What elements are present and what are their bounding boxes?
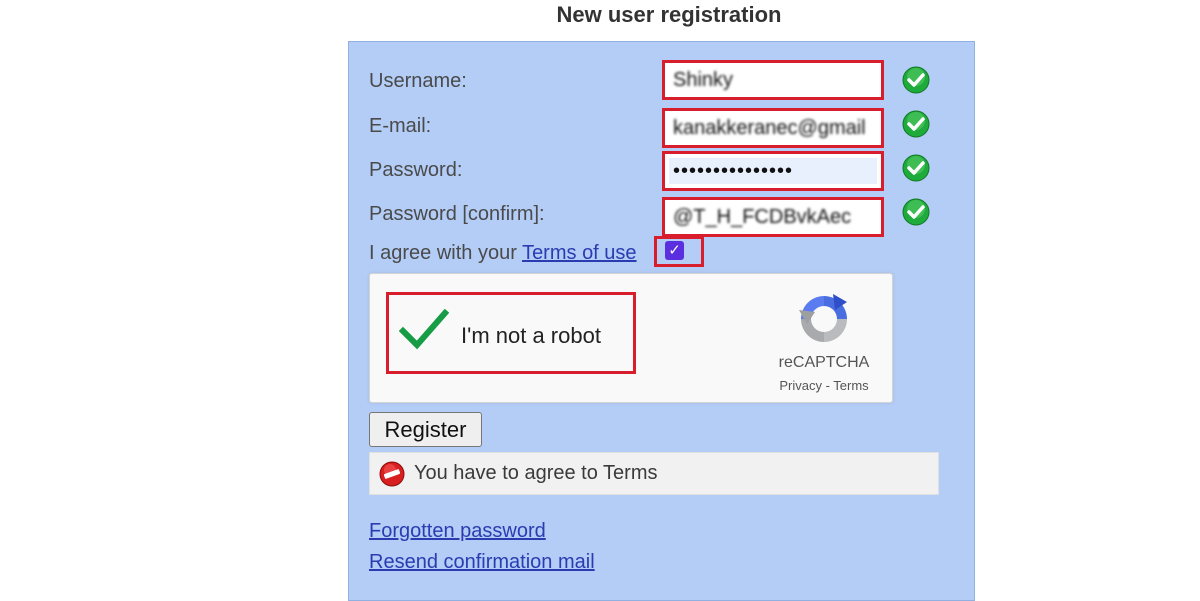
password-input[interactable] <box>669 158 877 184</box>
password-confirm-valid-icon <box>902 198 930 226</box>
email-label: E-mail: <box>369 115 432 137</box>
terms-of-use-link[interactable]: Terms of use <box>522 242 636 264</box>
not-a-robot-highlight[interactable]: I'm not a robot <box>386 292 636 374</box>
email-valid-icon <box>902 110 930 138</box>
terms-checkbox-highlight: ✓ <box>654 236 704 267</box>
recaptcha-logo-icon <box>799 294 847 342</box>
password-confirm-input[interactable] <box>669 204 877 230</box>
error-message-bar: You have to agree to Terms <box>369 452 939 495</box>
password-valid-icon <box>902 154 930 182</box>
page-title: New user registration <box>556 2 782 27</box>
recaptcha-links: Privacy - Terms <box>758 378 890 393</box>
username-field-highlight <box>662 60 884 100</box>
recaptcha-terms-link[interactable]: Terms <box>833 378 868 393</box>
email-input[interactable] <box>669 115 877 141</box>
username-input[interactable] <box>669 67 877 93</box>
recaptcha-privacy-link[interactable]: Privacy <box>779 378 822 393</box>
forgotten-password-link[interactable]: Forgotten password <box>369 520 546 543</box>
no-entry-icon <box>379 461 405 487</box>
recaptcha-separator: - <box>821 378 834 393</box>
terms-row: I agree with your Terms of use <box>369 242 637 265</box>
terms-prefix: I agree with your <box>369 242 517 264</box>
email-field-highlight <box>662 108 884 148</box>
not-a-robot-label: I'm not a robot <box>461 323 601 348</box>
username-label: Username: <box>369 70 467 92</box>
password-confirm-label: Password [confirm]: <box>369 203 545 225</box>
recaptcha-brand: reCAPTCHA <box>778 354 870 371</box>
register-button[interactable]: Register <box>369 412 482 447</box>
registration-form: Username: E-mail: Password: Password [co… <box>348 41 975 601</box>
captcha-checkmark-icon <box>399 309 449 350</box>
password-field-highlight <box>662 151 884 191</box>
password-confirm-field-highlight <box>662 197 884 237</box>
terms-checkbox[interactable]: ✓ <box>665 241 684 260</box>
recaptcha-widget: I'm not a robot reCAPTCHA Privacy - Term… <box>369 273 893 403</box>
password-label: Password: <box>369 159 463 181</box>
error-message: You have to agree to Terms <box>414 462 658 484</box>
resend-confirmation-link[interactable]: Resend confirmation mail <box>369 551 595 574</box>
username-valid-icon <box>902 66 930 94</box>
